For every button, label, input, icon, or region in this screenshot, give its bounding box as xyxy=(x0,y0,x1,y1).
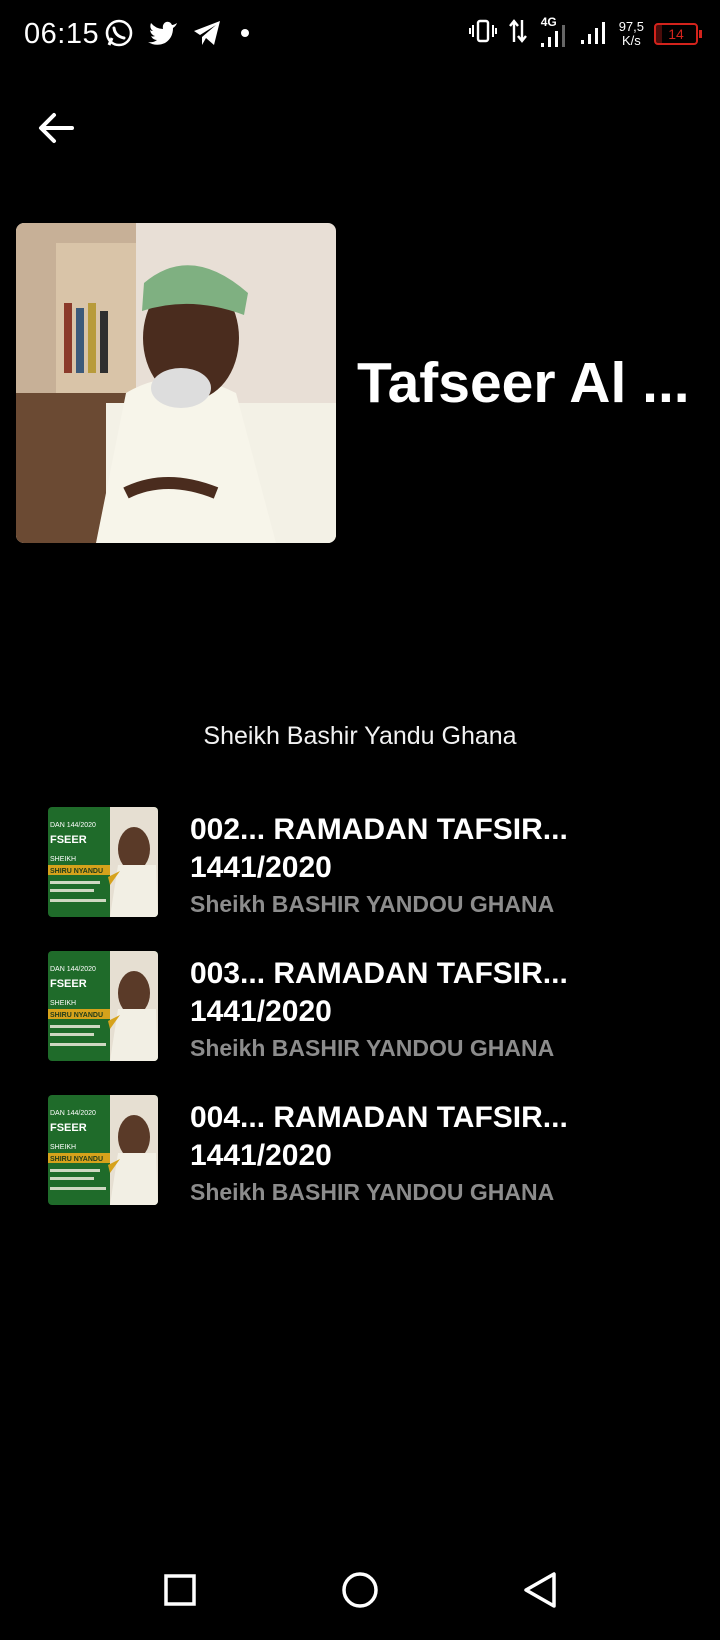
system-nav-bar xyxy=(0,1540,720,1640)
track-title-line: 1441/2020 xyxy=(190,851,332,884)
thumb-text: FSEER xyxy=(50,978,87,990)
track-title: 004... RAMADAN TAFSIR... 1441/2020 xyxy=(190,1099,670,1175)
thumb-text: SHEIKH xyxy=(50,1144,76,1151)
track-thumbnail: DAN 144/2020 FSEER SHEIKH SHIRU NYANDU xyxy=(48,807,158,917)
thumb-text: SHEIKH xyxy=(50,856,76,863)
track-title-line: 1441/2020 xyxy=(190,1139,332,1172)
signal-icon xyxy=(579,16,609,51)
net-speed-value: 97,5 xyxy=(618,18,644,34)
telegram-icon xyxy=(192,19,222,52)
thumb-text: FSEER xyxy=(50,1122,87,1134)
twitter-icon xyxy=(148,20,178,51)
track-item[interactable]: DAN 144/2020 FSEER SHEIKH SHIRU NYANDU 0… xyxy=(48,951,688,1063)
back-button[interactable] xyxy=(32,104,80,152)
thumb-text: DAN 144/2020 xyxy=(50,966,96,973)
track-title-line: 004... RAMADAN TAFSIR... xyxy=(190,1101,568,1134)
track-thumbnail: DAN 144/2020 FSEER SHEIKH SHIRU NYANDU xyxy=(48,951,158,1061)
arrow-left-icon xyxy=(32,113,80,156)
status-bar: 06:15 4G 97,5 K/s 14 xyxy=(0,0,720,72)
playlist-author: Sheikh Bashir Yandu Ghana xyxy=(203,722,517,750)
track-title-line: 002... RAMADAN TAFSIR... xyxy=(190,813,568,846)
thumb-text: DAN 144/2020 xyxy=(50,1110,96,1117)
home-button[interactable] xyxy=(338,1568,382,1612)
track-item[interactable]: DAN 144/2020 FSEER SHEIKH SHIRU NYANDU 0… xyxy=(48,807,688,919)
nav-back-button[interactable] xyxy=(518,1568,562,1612)
recents-button[interactable] xyxy=(158,1568,202,1612)
whatsapp-icon xyxy=(104,18,134,53)
track-thumbnail: DAN 144/2020 FSEER SHEIKH SHIRU NYANDU xyxy=(48,1095,158,1205)
net-speed-unit: K/s xyxy=(621,32,641,48)
playlist-cover-image xyxy=(16,223,336,543)
thumb-text: SHIRU NYANDU xyxy=(50,1012,103,1019)
thumb-text: SHIRU NYANDU xyxy=(50,1156,103,1163)
track-title-line: 1441/2020 xyxy=(190,995,332,1028)
track-artist: Sheikh BASHIR YANDOU GHANA xyxy=(190,1035,555,1061)
track-item[interactable]: DAN 144/2020 FSEER SHEIKH SHIRU NYANDU 0… xyxy=(48,1095,688,1207)
track-title-line: 003... RAMADAN TAFSIR... xyxy=(190,957,568,990)
home-circle-icon xyxy=(338,1572,382,1616)
playlist-title: Tafseer Al ... xyxy=(357,351,690,415)
status-time: 06:15 xyxy=(24,18,100,50)
signal-4g-icon: 4G xyxy=(539,15,569,49)
track-artist: Sheikh BASHIR YANDOU GHANA xyxy=(190,1179,555,1205)
thumb-text: SHEIKH xyxy=(50,1000,76,1007)
data-transfer-icon xyxy=(507,18,529,49)
back-triangle-icon xyxy=(518,1572,562,1616)
thumb-text: SHIRU NYANDU xyxy=(50,868,103,875)
track-title: 002... RAMADAN TAFSIR... 1441/2020 xyxy=(190,811,670,887)
notification-dot-icon xyxy=(236,24,254,47)
thumb-text: DAN 144/2020 xyxy=(50,822,96,829)
battery-level: 14 xyxy=(668,25,684,42)
battery-icon: 14 xyxy=(654,22,702,45)
track-title: 003... RAMADAN TAFSIR... 1441/2020 xyxy=(190,955,670,1031)
thumb-text: FSEER xyxy=(50,834,87,846)
net-speed: 97,5 K/s xyxy=(618,18,644,48)
recents-square-icon xyxy=(158,1574,202,1616)
track-artist: Sheikh BASHIR YANDOU GHANA xyxy=(190,891,555,917)
vibrate-icon xyxy=(468,18,497,49)
